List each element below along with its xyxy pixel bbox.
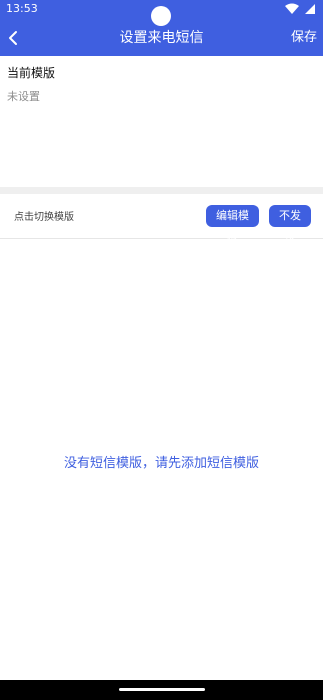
signal-icon <box>305 4 315 14</box>
save-button[interactable]: 保存 <box>291 28 317 48</box>
app-screen: 13:53 设置来电短信 保存 当前模版 未设置 点击切换模版 编辑模板 不发送… <box>0 0 323 700</box>
edit-template-button[interactable]: 编辑模板 <box>206 205 259 244</box>
current-template-value: 未设置 <box>7 90 40 103</box>
template-switch-row[interactable]: 点击切换模版 编辑模板 不发送 <box>0 194 323 244</box>
current-template-label: 当前模版 <box>7 66 56 80</box>
top-app-bar: 13:53 设置来电短信 保存 <box>0 0 323 56</box>
status-bar: 13:53 <box>0 0 323 26</box>
title-bar: 设置来电短信 保存 <box>0 20 323 56</box>
section-divider <box>0 187 323 194</box>
system-nav-bar <box>0 680 323 700</box>
status-icons <box>285 3 315 14</box>
home-indicator[interactable] <box>119 688 205 691</box>
wifi-icon <box>285 3 299 14</box>
status-time: 13:53 <box>6 2 38 15</box>
current-template-section: 当前模版 未设置 <box>0 56 323 187</box>
page-title: 设置来电短信 <box>119 30 204 46</box>
no-send-button[interactable]: 不发送 <box>269 205 311 244</box>
empty-state-message: 没有短信模版，请先添加短信模版 <box>63 456 259 471</box>
switch-template-hint[interactable]: 点击切换模版 <box>14 208 74 223</box>
